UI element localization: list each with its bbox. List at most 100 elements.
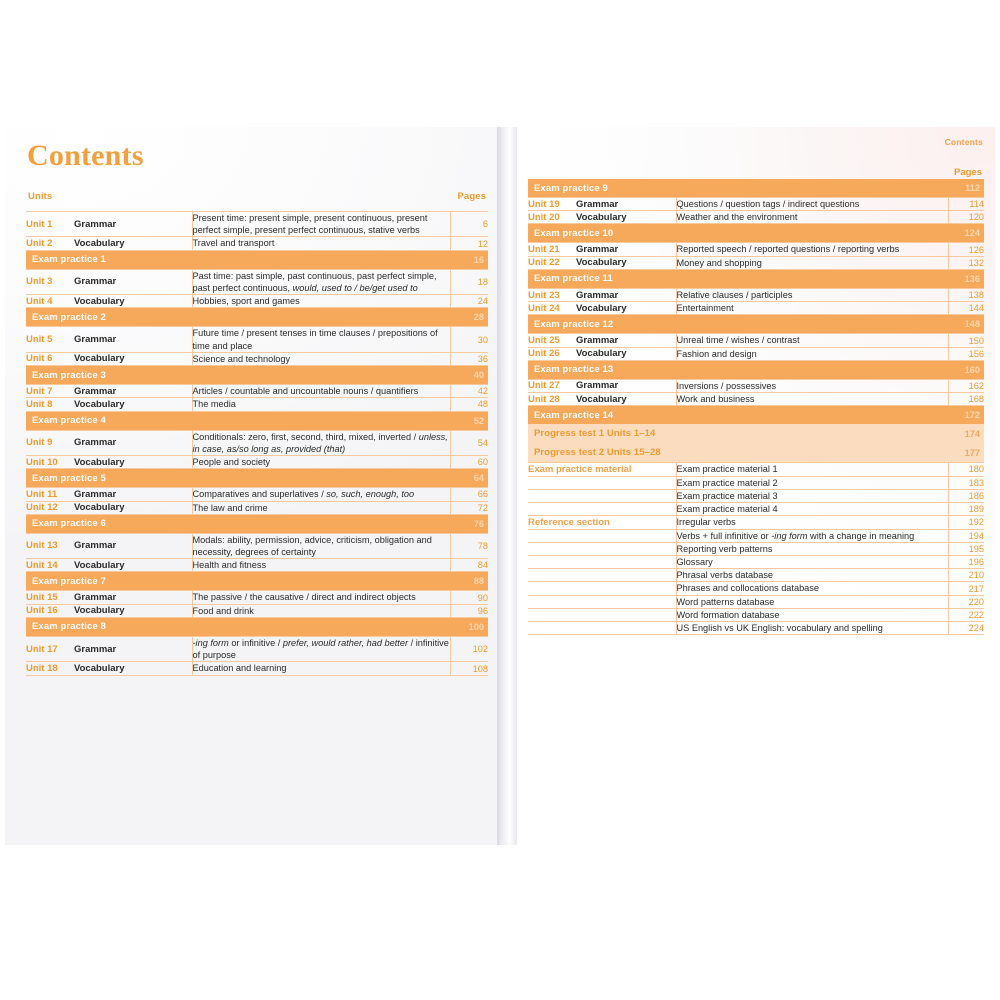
- unit-row[interactable]: Unit 6 Vocabulary Science and technology 36: [26, 352, 488, 366]
- reference-row[interactable]: Glossary 196: [528, 555, 984, 569]
- exam-practice-row[interactable]: Exam practice 5 64: [26, 468, 488, 488]
- page-number: 126: [947, 242, 984, 257]
- reference-row[interactable]: Exam practice material Exam practice mate…: [528, 462, 984, 477]
- page-number: 24: [449, 294, 488, 308]
- unit-row[interactable]: Unit 10 Vocabulary People and society 60: [26, 455, 488, 469]
- bar-cell: Progress test 2 Units 15–28 177: [528, 443, 984, 463]
- page-number: 220: [947, 595, 984, 609]
- unit-type: Grammar: [74, 218, 117, 230]
- unit-row[interactable]: Unit 18 Vocabulary Education and learning 1…: [26, 661, 488, 676]
- unit-type: Vocabulary: [74, 663, 125, 674]
- bar-page-number: 64: [473, 473, 484, 484]
- unit-row[interactable]: Unit 11 Grammar Comparatives and superlati…: [26, 487, 488, 502]
- reference-description: US English vs UK English: vocabulary and…: [675, 621, 948, 635]
- right-page-content: Pages Exam practice 9 112 Unit 19 Grammar Qu…: [528, 135, 984, 635]
- unit-description: Articles / countable and uncountable nou…: [191, 384, 450, 398]
- bar-cell: Exam practice 11 136: [528, 269, 984, 289]
- bar-page-number: 172: [964, 410, 980, 421]
- unit-number: Unit 7: [26, 385, 53, 397]
- unit-row[interactable]: Unit 17 Grammar -ing form or infinitive / …: [26, 636, 488, 662]
- unit-row[interactable]: Unit 12 Vocabulary The law and crime 72: [26, 501, 488, 515]
- section-label: [528, 529, 676, 542]
- unit-type: Vocabulary: [74, 353, 125, 365]
- unit-row[interactable]: Unit 14 Vocabulary Health and fitness 84: [26, 558, 488, 572]
- unit-row[interactable]: Unit 19 Grammar Questions / question tags …: [528, 197, 984, 211]
- reference-row[interactable]: Word formation database 222: [528, 608, 984, 622]
- exam-practice-row[interactable]: Exam practice 10 124: [528, 223, 984, 243]
- unit-description: Relative clauses / participles: [675, 288, 948, 302]
- unit-row[interactable]: Unit 21 Grammar Reported speech / reported…: [528, 242, 984, 257]
- exam-practice-row[interactable]: Exam practice 13 160: [528, 360, 984, 380]
- bar-inner: Exam practice 5 64: [26, 469, 488, 487]
- exam-practice-row[interactable]: Exam practice 14 172: [528, 405, 984, 425]
- unit-row[interactable]: Unit 15 Grammar The passive / the causativ…: [26, 590, 488, 605]
- exam-practice-row[interactable]: Exam practice 8 100: [26, 617, 488, 637]
- right-contents-table: Exam practice 9 112 Unit 19 Grammar Question…: [528, 179, 984, 635]
- page-number: 162: [947, 379, 984, 393]
- unit-row[interactable]: Unit 2 Vocabulary Travel and transport 12: [26, 236, 488, 251]
- unit-row[interactable]: Unit 27 Grammar Inversions / possessives 16…: [528, 379, 984, 393]
- unit-type: Vocabulary: [74, 559, 125, 571]
- reference-row[interactable]: Reporting verb patterns 195: [528, 542, 984, 556]
- exam-practice-row[interactable]: Exam practice 1 16: [26, 250, 488, 270]
- unit-description: Travel and transport: [191, 236, 450, 251]
- unit-row[interactable]: Unit 8 Vocabulary The media 48: [26, 397, 488, 412]
- unit-row[interactable]: Unit 28 Vocabulary Work and business 168: [528, 392, 984, 406]
- page-number: 195: [947, 542, 984, 556]
- reference-row[interactable]: Exam practice material 4 189: [528, 502, 984, 516]
- section-label: [528, 595, 676, 608]
- exam-practice-row[interactable]: Exam practice 3 40: [26, 365, 488, 385]
- unit-type: Vocabulary: [74, 605, 125, 617]
- unit-row[interactable]: Unit 4 Vocabulary Hobbies, sport and games…: [26, 294, 488, 308]
- unit-type: Grammar: [74, 437, 117, 449]
- right-table-body: Exam practice 9 112 Unit 19 Grammar Question…: [528, 179, 984, 635]
- unit-number: Unit 10: [26, 456, 58, 468]
- bar-inner: Exam practice 4 52: [26, 412, 488, 430]
- unit-description: Health and fitness: [191, 558, 450, 572]
- unit-row[interactable]: Unit 16 Vocabulary Food and drink 96: [26, 604, 488, 618]
- unit-number: Unit 9: [26, 437, 53, 449]
- unit-number: Unit 12: [26, 502, 58, 514]
- page-number: 108: [449, 661, 488, 676]
- reference-row[interactable]: Reference section Irregular verbs 192: [528, 515, 984, 530]
- unit-number: Unit 27: [528, 380, 560, 392]
- page-number: 60: [449, 455, 488, 469]
- progress-test-row[interactable]: Progress test 1 Units 1–14 174: [528, 424, 984, 444]
- unit-row[interactable]: Unit 23 Grammar Relative clauses / partici…: [528, 288, 984, 302]
- section-label: Reference section: [528, 516, 610, 528]
- reference-row[interactable]: Exam practice material 2 183: [528, 476, 984, 490]
- unit-row[interactable]: Unit 22 Vocabulary Money and shopping 132: [528, 256, 984, 270]
- reference-row[interactable]: Phrases and collocations database 217: [528, 581, 984, 596]
- unit-description: Present time: present simple, present co…: [191, 211, 450, 237]
- unit-row[interactable]: Unit 5 Grammar Future time / present tense…: [26, 326, 488, 353]
- unit-row[interactable]: Unit 9 Grammar Conditionals: zero, first, …: [26, 430, 488, 456]
- unit-description: Past time: past simple, past continuous,…: [191, 269, 450, 295]
- exam-practice-row[interactable]: Exam practice 6 76: [26, 514, 488, 534]
- unit-row[interactable]: Unit 13 Grammar Modals: ability, permissio…: [26, 533, 488, 559]
- reference-row[interactable]: Exam practice material 3 186: [528, 489, 984, 503]
- unit-row[interactable]: Unit 24 Vocabulary Entertainment 144: [528, 301, 984, 315]
- page-number: 72: [449, 501, 488, 515]
- exam-practice-row[interactable]: Exam practice 2 28: [26, 307, 488, 327]
- bar-inner: Exam practice 12 148: [528, 315, 984, 333]
- reference-row[interactable]: US English vs UK English: vocabulary and…: [528, 621, 984, 635]
- exam-practice-row[interactable]: Exam practice 12 148: [528, 314, 984, 334]
- unit-row[interactable]: Unit 25 Grammar Unreal time / wishes / con…: [528, 333, 984, 348]
- exam-practice-row[interactable]: Exam practice 4 52: [26, 411, 488, 431]
- exam-practice-row[interactable]: Exam practice 11 136: [528, 269, 984, 289]
- bar-inner: Exam practice 8 100: [26, 618, 488, 636]
- exam-practice-row[interactable]: Exam practice 9 112: [528, 179, 984, 198]
- exam-practice-row[interactable]: Exam practice 7 88: [26, 571, 488, 591]
- unit-row[interactable]: Unit 20 Vocabulary Weather and the environ…: [528, 210, 984, 224]
- unit-row[interactable]: Unit 26 Vocabulary Fashion and design 156: [528, 347, 984, 361]
- reference-row[interactable]: Word patterns database 220: [528, 595, 984, 609]
- unit-row[interactable]: Unit 7 Grammar Articles / countable and un…: [26, 384, 488, 398]
- reference-row[interactable]: Verbs + full infinitive or -ing form wit…: [528, 529, 984, 543]
- unit-row[interactable]: Unit 3 Grammar Past time: past simple, pas…: [26, 269, 488, 295]
- reference-row[interactable]: Phrasal verbs database 210: [528, 568, 984, 582]
- unit-type: Grammar: [74, 334, 117, 346]
- unit-row[interactable]: Unit 1 Grammar Present time: present simpl…: [26, 211, 488, 237]
- progress-test-row[interactable]: Progress test 2 Units 15–28 177: [528, 443, 984, 463]
- bar-inner: Exam practice 2 28: [26, 308, 488, 326]
- unit-description: The law and crime: [191, 501, 450, 515]
